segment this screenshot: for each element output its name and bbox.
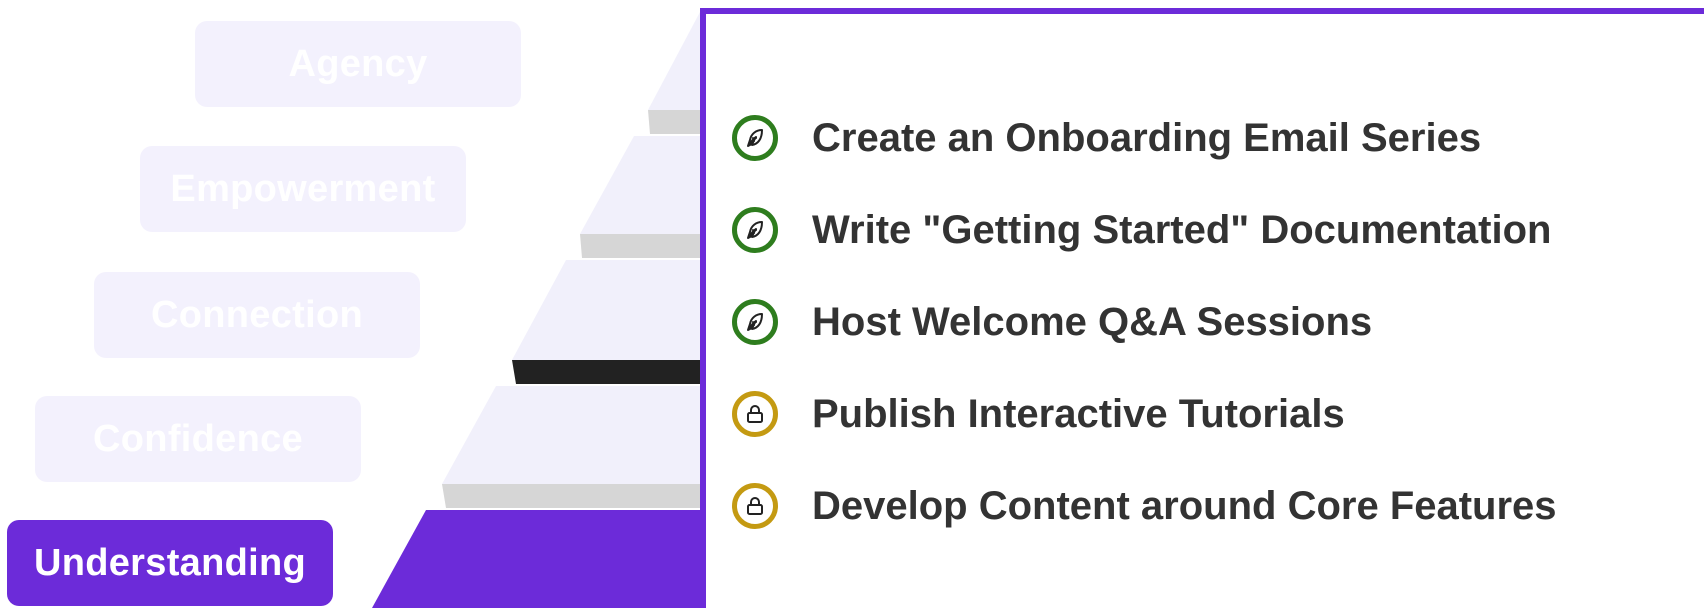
task-label: Develop Content around Core Features <box>812 483 1557 528</box>
lock-icon <box>732 391 778 437</box>
pyramid-level-understanding[interactable] <box>372 510 700 608</box>
lock-icon <box>732 483 778 529</box>
pyramid-graphic <box>372 12 700 608</box>
pyramid-level-connection-edge <box>512 360 700 384</box>
feather-icon <box>732 207 778 253</box>
pyramid-level-empowerment-edge <box>580 234 700 258</box>
task-list: Create an Onboarding Email Series Write … <box>732 92 1557 552</box>
task-item[interactable]: Create an Onboarding Email Series <box>732 92 1557 184</box>
task-label: Host Welcome Q&A Sessions <box>812 299 1373 344</box>
pyramid-level-agency[interactable] <box>648 12 700 110</box>
pyramid-level-empowerment[interactable] <box>580 136 700 234</box>
pyramid-level-confidence[interactable] <box>442 386 700 484</box>
task-item[interactable]: Host Welcome Q&A Sessions <box>732 276 1557 368</box>
task-item[interactable]: Develop Content around Core Features <box>732 460 1557 552</box>
task-panel: Create an Onboarding Email Series Write … <box>700 8 1704 608</box>
pyramid-level-confidence-edge <box>442 484 700 508</box>
task-item[interactable]: Publish Interactive Tutorials <box>732 368 1557 460</box>
task-label: Write "Getting Started" Documentation <box>812 207 1552 252</box>
task-label: Publish Interactive Tutorials <box>812 391 1345 436</box>
task-label: Create an Onboarding Email Series <box>812 115 1482 160</box>
pyramid-level-agency-edge <box>648 110 700 134</box>
feather-icon <box>732 299 778 345</box>
feather-icon <box>732 115 778 161</box>
task-item[interactable]: Write "Getting Started" Documentation <box>732 184 1557 276</box>
pyramid-level-connection[interactable] <box>512 260 700 360</box>
